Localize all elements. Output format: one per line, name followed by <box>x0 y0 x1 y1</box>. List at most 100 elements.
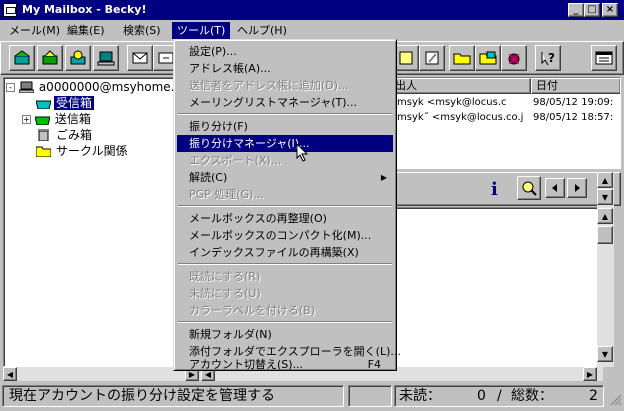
menu-item-pgp[interactable]: PGP 処理(G)... <box>177 186 393 203</box>
close-button[interactable]: × <box>602 3 618 17</box>
menu-separator <box>178 113 392 115</box>
resize-grip[interactable] <box>610 394 622 406</box>
search-button[interactable] <box>517 176 541 200</box>
folder-button[interactable] <box>449 45 475 71</box>
scroll-up-button[interactable]: ▲ <box>597 172 613 188</box>
tree-folder-circle[interactable]: サークル関係 <box>36 143 130 159</box>
title-bar: My Mailbox - Becky! _ □ × <box>0 0 624 20</box>
menu-separator <box>178 263 392 265</box>
next-button[interactable] <box>567 178 587 198</box>
check-mail-icon <box>14 50 30 65</box>
new-mail-icon <box>132 52 148 64</box>
table-row-date[interactable]: 98/05/12 19:09: <box>533 96 613 110</box>
check-mail-button[interactable] <box>9 45 35 71</box>
folder-icon <box>36 146 51 157</box>
scroll-down-button[interactable]: ▼ <box>597 189 613 205</box>
status-empty-panel <box>348 385 392 407</box>
scroll-right-button[interactable]: ▶ <box>583 367 597 381</box>
menu-item-mark-read[interactable]: 既読にする(R) <box>177 268 393 285</box>
compose-icon <box>425 51 439 65</box>
help-icon: ? <box>541 51 555 66</box>
next-icon <box>575 184 580 192</box>
menu-item-color-label[interactable]: カラーラベルを付ける(B) <box>177 302 393 319</box>
menu-mail[interactable]: メール(M) <box>4 22 65 39</box>
submenu-arrow-icon: ▶ <box>380 173 387 182</box>
edit-icon <box>399 51 413 65</box>
minimize-button[interactable]: _ <box>568 3 584 17</box>
menu-item-switch-account-label: アカウント切替え(S)... <box>189 358 304 371</box>
info-icon[interactable]: i <box>491 179 498 200</box>
collapse-icon[interactable]: - <box>6 83 15 92</box>
menu-item-mailing-list-manager[interactable]: メーリングリストマネージャ(T)... <box>177 94 393 111</box>
bug-icon <box>508 53 520 65</box>
tree-folder-inbox[interactable]: 受信箱 <box>36 95 95 111</box>
expand-icon[interactable]: + <box>22 115 31 124</box>
menu-item-add-sender[interactable]: 送信者をアドレス帳に追加(D)... <box>177 77 393 94</box>
scroll-thumb[interactable] <box>597 226 613 244</box>
table-row-date[interactable]: 98/05/12 18:57: <box>533 111 613 125</box>
menu-item-rebuild-index[interactable]: インデックスファイルの再構築(X) <box>177 244 393 261</box>
status-message: 現在アカウントの振り分け設定を管理する <box>2 385 344 407</box>
new-mail-button[interactable] <box>127 45 153 71</box>
prev-icon <box>552 184 557 192</box>
menu-help[interactable]: ヘルプ(H) <box>232 22 292 39</box>
computer-icon <box>97 51 115 66</box>
menu-item-filter-manager[interactable]: 振り分けマネージャ(I)... <box>177 135 393 152</box>
scroll-left-button[interactable]: ◀ <box>3 367 17 381</box>
tree-folder-outbox[interactable]: + 送信箱 <box>22 111 93 127</box>
scroll-down-button[interactable]: ▼ <box>597 346 613 362</box>
open-folder-button[interactable] <box>475 45 501 71</box>
column-header-date[interactable]: 日付 <box>531 78 620 94</box>
inbox-icon <box>36 100 51 109</box>
maximize-button[interactable]: □ <box>584 3 600 17</box>
menu-search[interactable]: 検索(S) <box>118 22 166 39</box>
menu-item-settings[interactable]: 設定(P)... <box>177 43 393 60</box>
shortcut-label: F4 <box>367 358 381 371</box>
help-button[interactable]: ? <box>535 45 561 71</box>
table-row-from[interactable]: msyk˝ <msyk@locus.co.j <box>397 111 537 125</box>
menu-item-address-book[interactable]: アドレス帳(A)... <box>177 60 393 77</box>
menu-edit[interactable]: 編集(E) <box>62 22 110 39</box>
svg-text:?: ? <box>548 51 555 65</box>
open-folder-icon <box>479 51 497 65</box>
scroll-up-button[interactable]: ▲ <box>597 208 613 224</box>
status-bar: 現在アカウントの振り分け設定を管理する 未読： 0 / 総数： 2 <box>0 382 624 411</box>
compose-button[interactable] <box>419 45 445 71</box>
tools-menu: 設定(P)... アドレス帳(A)... 送信者をアドレス帳に追加(D)... … <box>173 39 401 371</box>
column-header-from[interactable]: 差出人 <box>379 78 531 94</box>
preview-toggle-button[interactable] <box>591 45 617 71</box>
total-count: 2 <box>589 388 598 404</box>
menu-separator <box>178 321 392 323</box>
trash-icon <box>38 129 49 141</box>
send-mail-icon <box>42 50 58 65</box>
menu-item-compact-mailbox[interactable]: メールボックスのコンパクト化(M)... <box>177 227 393 244</box>
menu-item-switch-account[interactable]: アカウント切替え(S)... F4 <box>177 358 393 371</box>
mouse-cursor-icon <box>296 143 309 162</box>
folder-icon <box>453 53 471 65</box>
total-label: 総数： <box>511 388 553 404</box>
app-icon <box>3 3 17 17</box>
tree-folder-trash[interactable]: ごみ箱 <box>36 127 94 143</box>
check-send-button[interactable] <box>65 45 91 71</box>
menu-item-filter[interactable]: 振り分け(F) <box>177 118 393 135</box>
count-separator: / <box>497 388 502 404</box>
preview-toggle-icon <box>595 51 613 65</box>
table-row-from[interactable]: msyk <msyk@locus.c <box>397 96 537 110</box>
menu-bar: メール(M) 編集(E) 検索(S) ツール(T) ヘルプ(H) <box>0 21 624 40</box>
unread-label: 未読： <box>399 388 441 404</box>
computer-button[interactable] <box>93 45 119 71</box>
prev-button[interactable] <box>545 178 565 198</box>
menu-item-export[interactable]: エクスポート(X)... <box>177 152 393 169</box>
menu-item-mark-unread[interactable]: 未読にする(U) <box>177 285 393 302</box>
outbox-icon <box>34 116 50 125</box>
vertical-scrollbar[interactable]: ▲ ▼ ▲ ▼ <box>597 172 614 367</box>
bug-button[interactable] <box>501 45 527 71</box>
computer-icon <box>18 81 34 93</box>
search-icon <box>522 181 537 196</box>
menu-item-reorganize-mailbox[interactable]: メールボックスの再整理(O) <box>177 210 393 227</box>
menu-item-decode[interactable]: 解読(C) ▶ <box>177 169 393 186</box>
menu-tools[interactable]: ツール(T) <box>172 22 231 39</box>
menu-item-new-folder[interactable]: 新規フォルダ(N) <box>177 326 393 343</box>
check-send-icon <box>70 50 86 65</box>
send-mail-button[interactable] <box>37 45 63 71</box>
